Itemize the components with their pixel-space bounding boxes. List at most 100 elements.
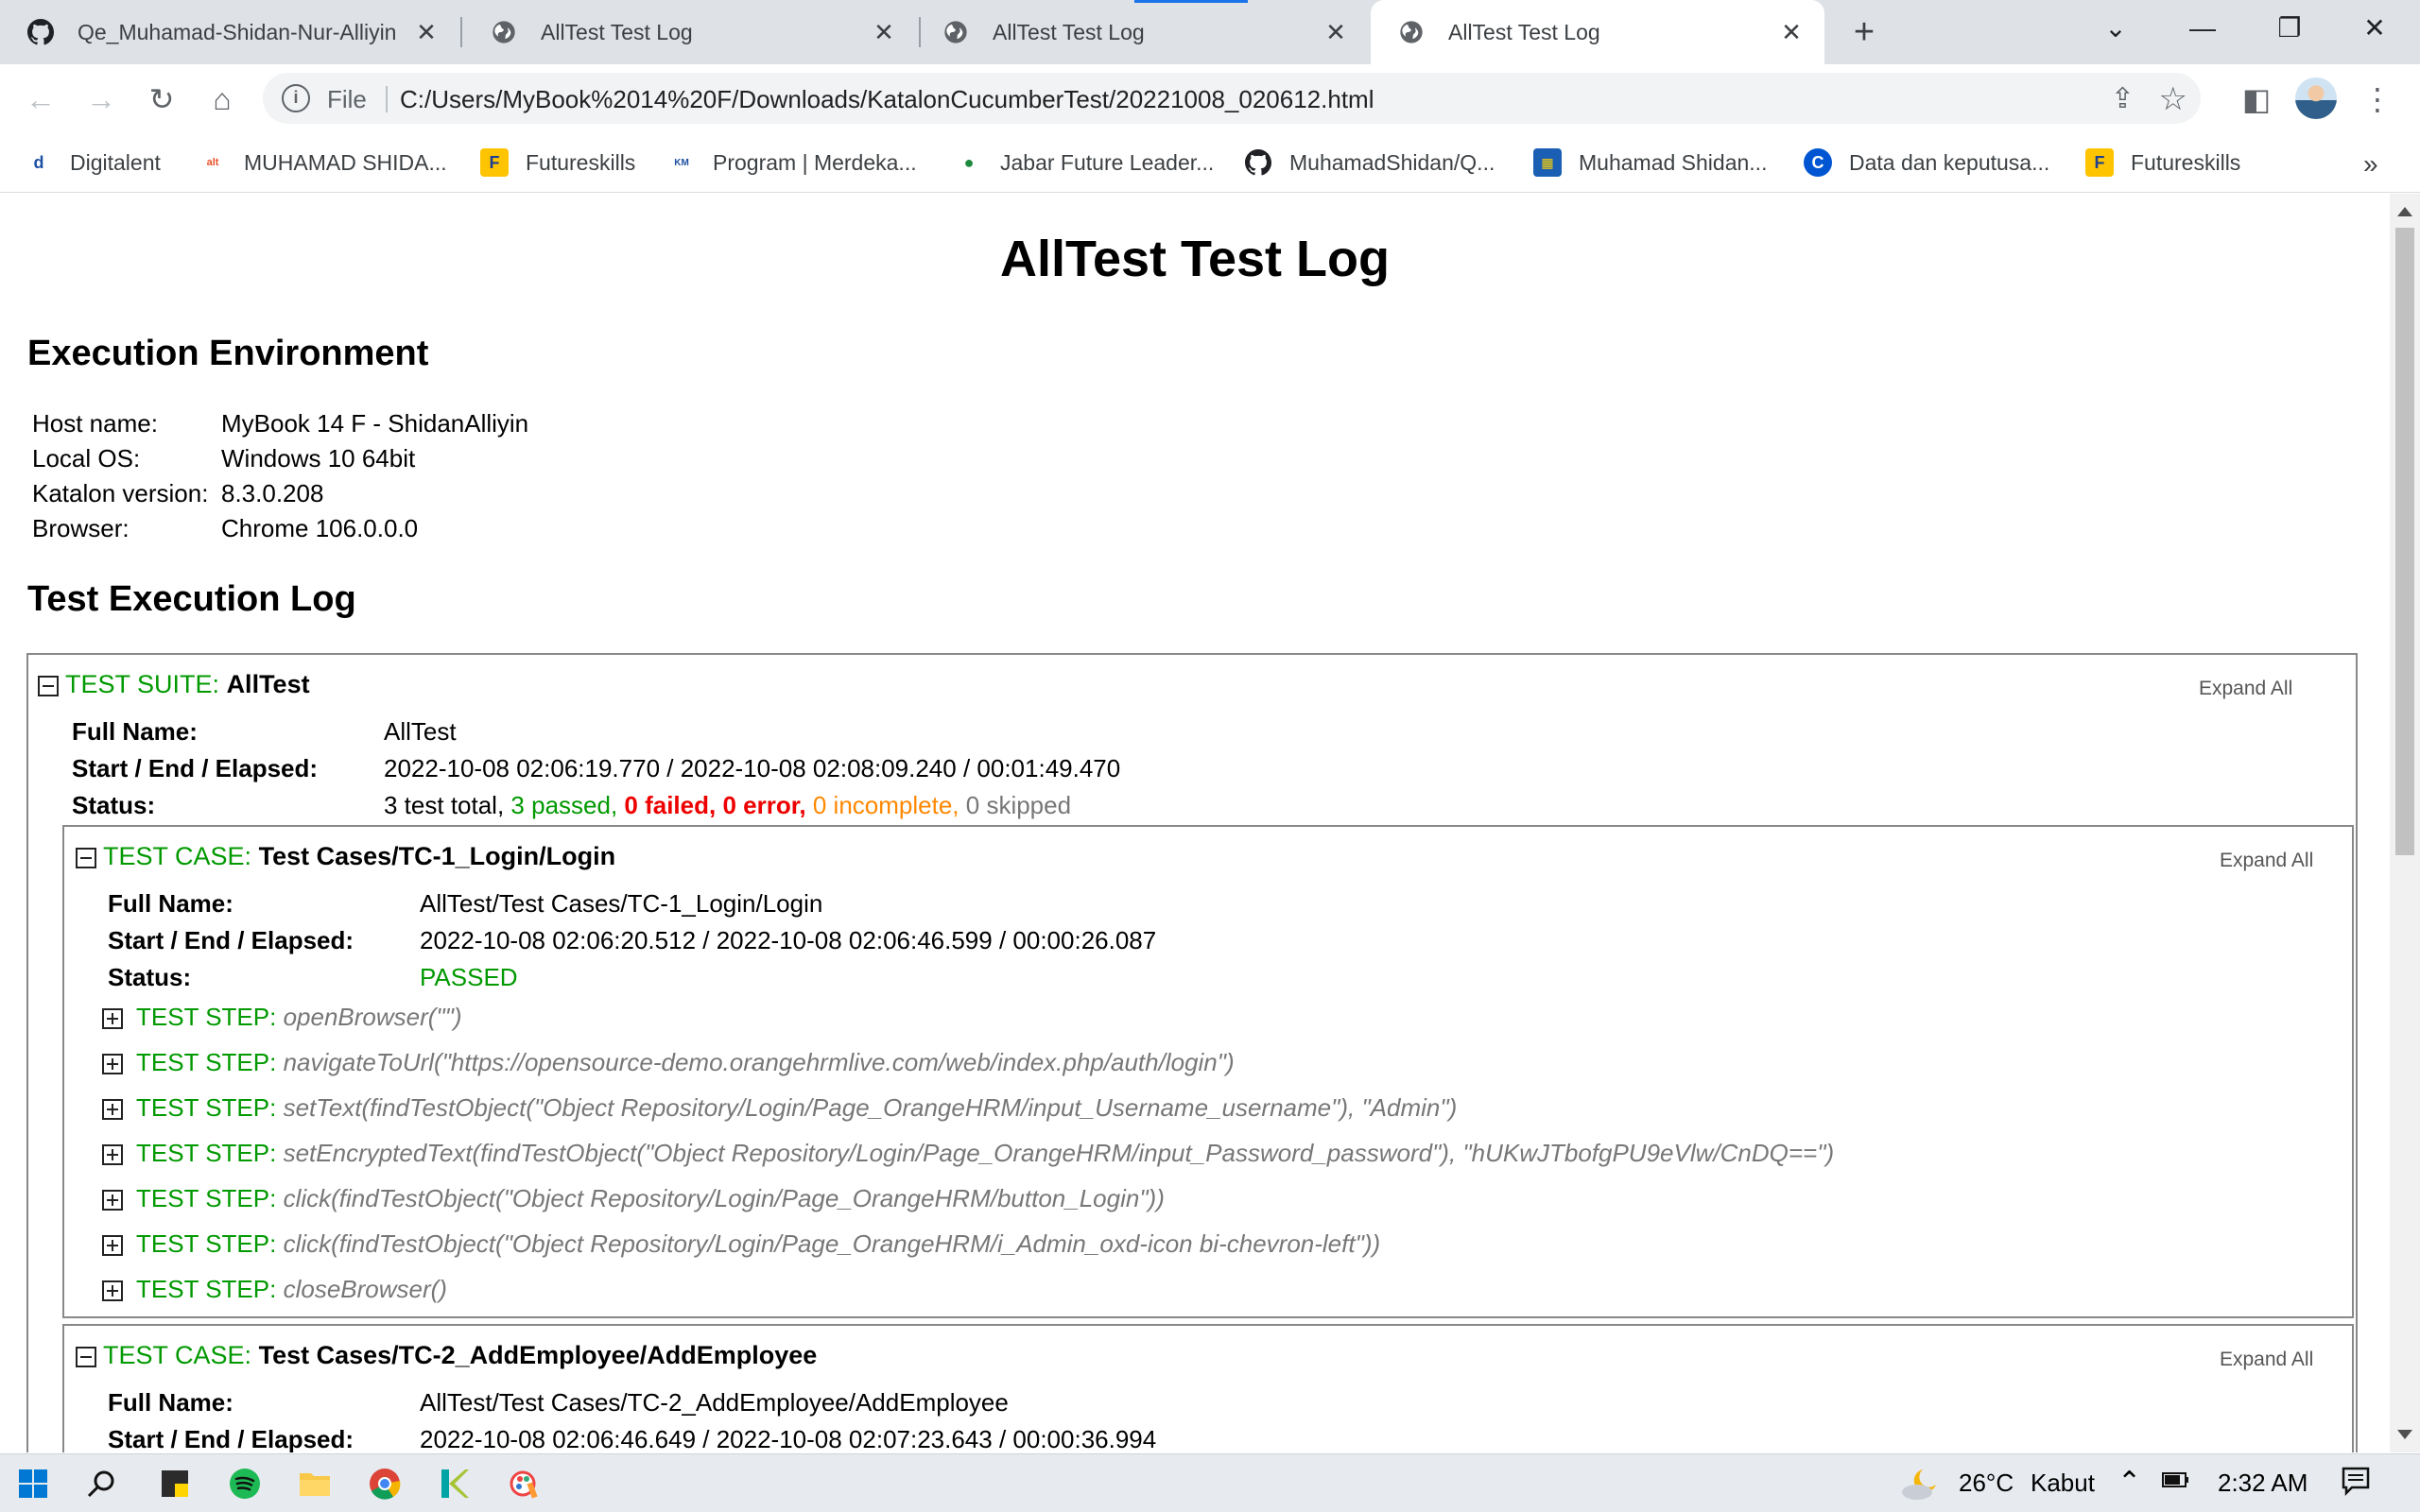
scrollbar-thumb[interactable] bbox=[2395, 228, 2414, 855]
paint-icon[interactable] bbox=[505, 1464, 544, 1503]
github-icon bbox=[1244, 148, 1272, 177]
expand-toggle-icon[interactable] bbox=[102, 1235, 123, 1257]
expand-toggle-icon[interactable] bbox=[102, 1190, 123, 1211]
minimize-icon[interactable]: — bbox=[2174, 9, 2231, 47]
restore-icon[interactable]: ❐ bbox=[2261, 9, 2318, 47]
bookmark-app[interactable]: ▦ Muhamad Shidan... bbox=[1533, 146, 1767, 180]
env-heading: Execution Environment bbox=[27, 334, 429, 373]
bookmark-label: Jabar Future Leader... bbox=[1000, 149, 1215, 175]
close-tab-icon[interactable]: ✕ bbox=[1320, 16, 1352, 48]
expand-toggle-icon[interactable] bbox=[102, 1280, 123, 1302]
url-text[interactable]: C:/Users/MyBook%2014%20F/Downloads/Katal… bbox=[400, 85, 1374, 114]
home-icon[interactable]: ⌂ bbox=[199, 76, 246, 123]
avatar[interactable] bbox=[2295, 77, 2337, 119]
bookmark-digitalent[interactable]: d Digitalent bbox=[25, 146, 161, 180]
expand-all-link[interactable]: Expand All bbox=[2199, 678, 2292, 700]
expand-all-link[interactable]: Expand All bbox=[2220, 1349, 2313, 1371]
bookmark-jabar[interactable]: ● Jabar Future Leader... bbox=[955, 146, 1215, 180]
expand-toggle-icon[interactable] bbox=[102, 1008, 123, 1030]
weather-text[interactable]: Kabut bbox=[2031, 1469, 2095, 1498]
address-bar[interactable]: i File C:/Users/MyBook%2014%20F/Download… bbox=[263, 73, 2201, 124]
bookmark-kampus-merdeka[interactable]: KM Program | Merdeka... bbox=[667, 146, 916, 180]
close-window-icon[interactable]: ✕ bbox=[2346, 9, 2403, 47]
share-icon[interactable]: ⇪ bbox=[2111, 82, 2135, 115]
field-key: Status: bbox=[72, 791, 156, 819]
case-times: 2022-10-08 02:06:20.512 / 2022-10-08 02:… bbox=[420, 926, 1157, 954]
bookmark-futureskills-2[interactable]: F Futureskills bbox=[2085, 146, 2240, 180]
windows-start-icon[interactable] bbox=[13, 1464, 53, 1503]
test-step[interactable]: TEST STEP: openBrowser("") bbox=[102, 1003, 462, 1032]
battery-icon[interactable] bbox=[2161, 1466, 2191, 1501]
close-tab-icon[interactable]: ✕ bbox=[410, 16, 442, 48]
field-key: Start / End / Elapsed: bbox=[108, 1425, 354, 1452]
bookmark-label: Digitalent bbox=[70, 149, 161, 175]
forward-arrow-icon[interactable]: → bbox=[78, 76, 125, 123]
more-bookmarks-icon[interactable]: » bbox=[2363, 149, 2378, 180]
collapse-toggle-icon[interactable] bbox=[76, 847, 96, 868]
case-full-name: AllTest/Test Cases/TC-1_Login/Login bbox=[420, 889, 823, 918]
close-tab-icon[interactable]: ✕ bbox=[1775, 16, 1807, 48]
tab-test-log-active[interactable]: AllTest Test Log ✕ bbox=[1371, 0, 1824, 64]
katalon-icon[interactable] bbox=[435, 1464, 475, 1503]
test-step[interactable]: TEST STEP: setText(findTestObject("Objec… bbox=[102, 1093, 1457, 1123]
back-arrow-icon[interactable]: ← bbox=[17, 76, 64, 123]
test-step[interactable]: TEST STEP: setEncryptedText(findTestObje… bbox=[102, 1139, 1834, 1168]
side-panel-icon[interactable]: ◧ bbox=[2233, 76, 2280, 123]
tab-test-log-1[interactable]: AllTest Test Log ✕ bbox=[463, 0, 917, 64]
notification-icon[interactable] bbox=[2341, 1466, 2371, 1503]
file-explorer-icon[interactable] bbox=[295, 1464, 335, 1503]
test-case-panel: TEST CASE: Test Cases/TC-2_AddEmployee/A… bbox=[62, 1324, 2354, 1452]
expand-toggle-icon[interactable] bbox=[102, 1054, 123, 1075]
scroll-up-arrow-icon[interactable] bbox=[2397, 207, 2412, 216]
reload-icon[interactable]: ↻ bbox=[138, 76, 185, 123]
case-name: Test Cases/TC-1_Login/Login bbox=[258, 842, 616, 870]
expand-all-link[interactable]: Expand All bbox=[2220, 850, 2313, 872]
bookmark-futureskills[interactable]: F Futureskills bbox=[480, 146, 635, 180]
collapse-toggle-icon[interactable] bbox=[38, 675, 59, 696]
globe-icon bbox=[1397, 18, 1426, 46]
tray-chevron-up-icon[interactable]: ⌃ bbox=[2118, 1466, 2141, 1499]
scroll-down-arrow-icon[interactable] bbox=[2397, 1430, 2412, 1439]
field-key: Full Name: bbox=[108, 889, 233, 918]
test-step[interactable]: TEST STEP: closeBrowser() bbox=[102, 1275, 447, 1304]
bookmark-label: MuhamadShidan/Q... bbox=[1289, 149, 1495, 175]
chrome-icon[interactable] bbox=[365, 1464, 405, 1503]
weather-icon[interactable] bbox=[1900, 1464, 1942, 1508]
tab-github[interactable]: Qe_Muhamad-Shidan-Nur-Alliyin ✕ bbox=[0, 0, 459, 64]
tab-test-log-2[interactable]: AllTest Test Log ✕ bbox=[915, 0, 1369, 64]
bookmark-alterra[interactable]: alt MUHAMAD SHIDA... bbox=[199, 146, 447, 180]
bookmark-coursera[interactable]: C Data dan keputusa... bbox=[1804, 146, 2049, 180]
env-value: MyBook 14 F - ShidanAlliyin bbox=[221, 409, 529, 438]
expand-toggle-icon[interactable] bbox=[102, 1144, 123, 1166]
info-icon[interactable]: i bbox=[282, 84, 310, 112]
test-step[interactable]: TEST STEP: navigateToUrl("https://openso… bbox=[102, 1048, 1235, 1077]
page-title: AllTest Test Log bbox=[999, 231, 1390, 287]
page-scrollbar[interactable] bbox=[2390, 194, 2420, 1452]
collapse-toggle-icon[interactable] bbox=[76, 1346, 96, 1367]
notes-icon[interactable] bbox=[155, 1464, 195, 1503]
bookmark-github[interactable]: MuhamadShidan/Q... bbox=[1244, 146, 1495, 180]
close-tab-icon[interactable]: ✕ bbox=[868, 16, 900, 48]
test-case-panel: TEST CASE: Test Cases/TC-1_Login/Login E… bbox=[62, 825, 2354, 1318]
test-step[interactable]: TEST STEP: click(findTestObject("Object … bbox=[102, 1229, 1380, 1259]
spotify-icon[interactable] bbox=[225, 1464, 265, 1503]
suite-header: TEST SUITE: AllTest bbox=[38, 670, 310, 699]
menu-kebab-icon[interactable]: ⋮ bbox=[2354, 76, 2401, 123]
clock[interactable]: 2:32 AM bbox=[2218, 1469, 2308, 1498]
expand-toggle-icon[interactable] bbox=[102, 1099, 123, 1121]
tab-title: AllTest Test Log bbox=[541, 19, 693, 44]
github-icon bbox=[26, 18, 55, 46]
tab-search-chevron-icon[interactable]: ⌄ bbox=[2087, 9, 2144, 47]
env-row: Host name: MyBook 14 F - ShidanAlliyin bbox=[32, 409, 528, 444]
step-action: setEncryptedText(findTestObject("Object … bbox=[283, 1139, 1835, 1167]
weather-temp[interactable]: 26°C bbox=[1959, 1469, 2014, 1498]
env-value: Windows 10 64bit bbox=[221, 444, 416, 472]
test-step[interactable]: TEST STEP: click(findTestObject("Object … bbox=[102, 1184, 1165, 1213]
tab-divider bbox=[460, 17, 462, 47]
new-tab-icon[interactable]: + bbox=[1845, 13, 1883, 51]
case-header: TEST CASE: Test Cases/TC-2_AddEmployee/A… bbox=[76, 1341, 817, 1370]
search-icon[interactable] bbox=[81, 1464, 121, 1503]
status-incomplete: 0 incomplete, bbox=[812, 791, 959, 819]
bookmark-star-icon[interactable]: ☆ bbox=[2159, 80, 2187, 118]
env-key: Katalon version: bbox=[32, 479, 209, 507]
